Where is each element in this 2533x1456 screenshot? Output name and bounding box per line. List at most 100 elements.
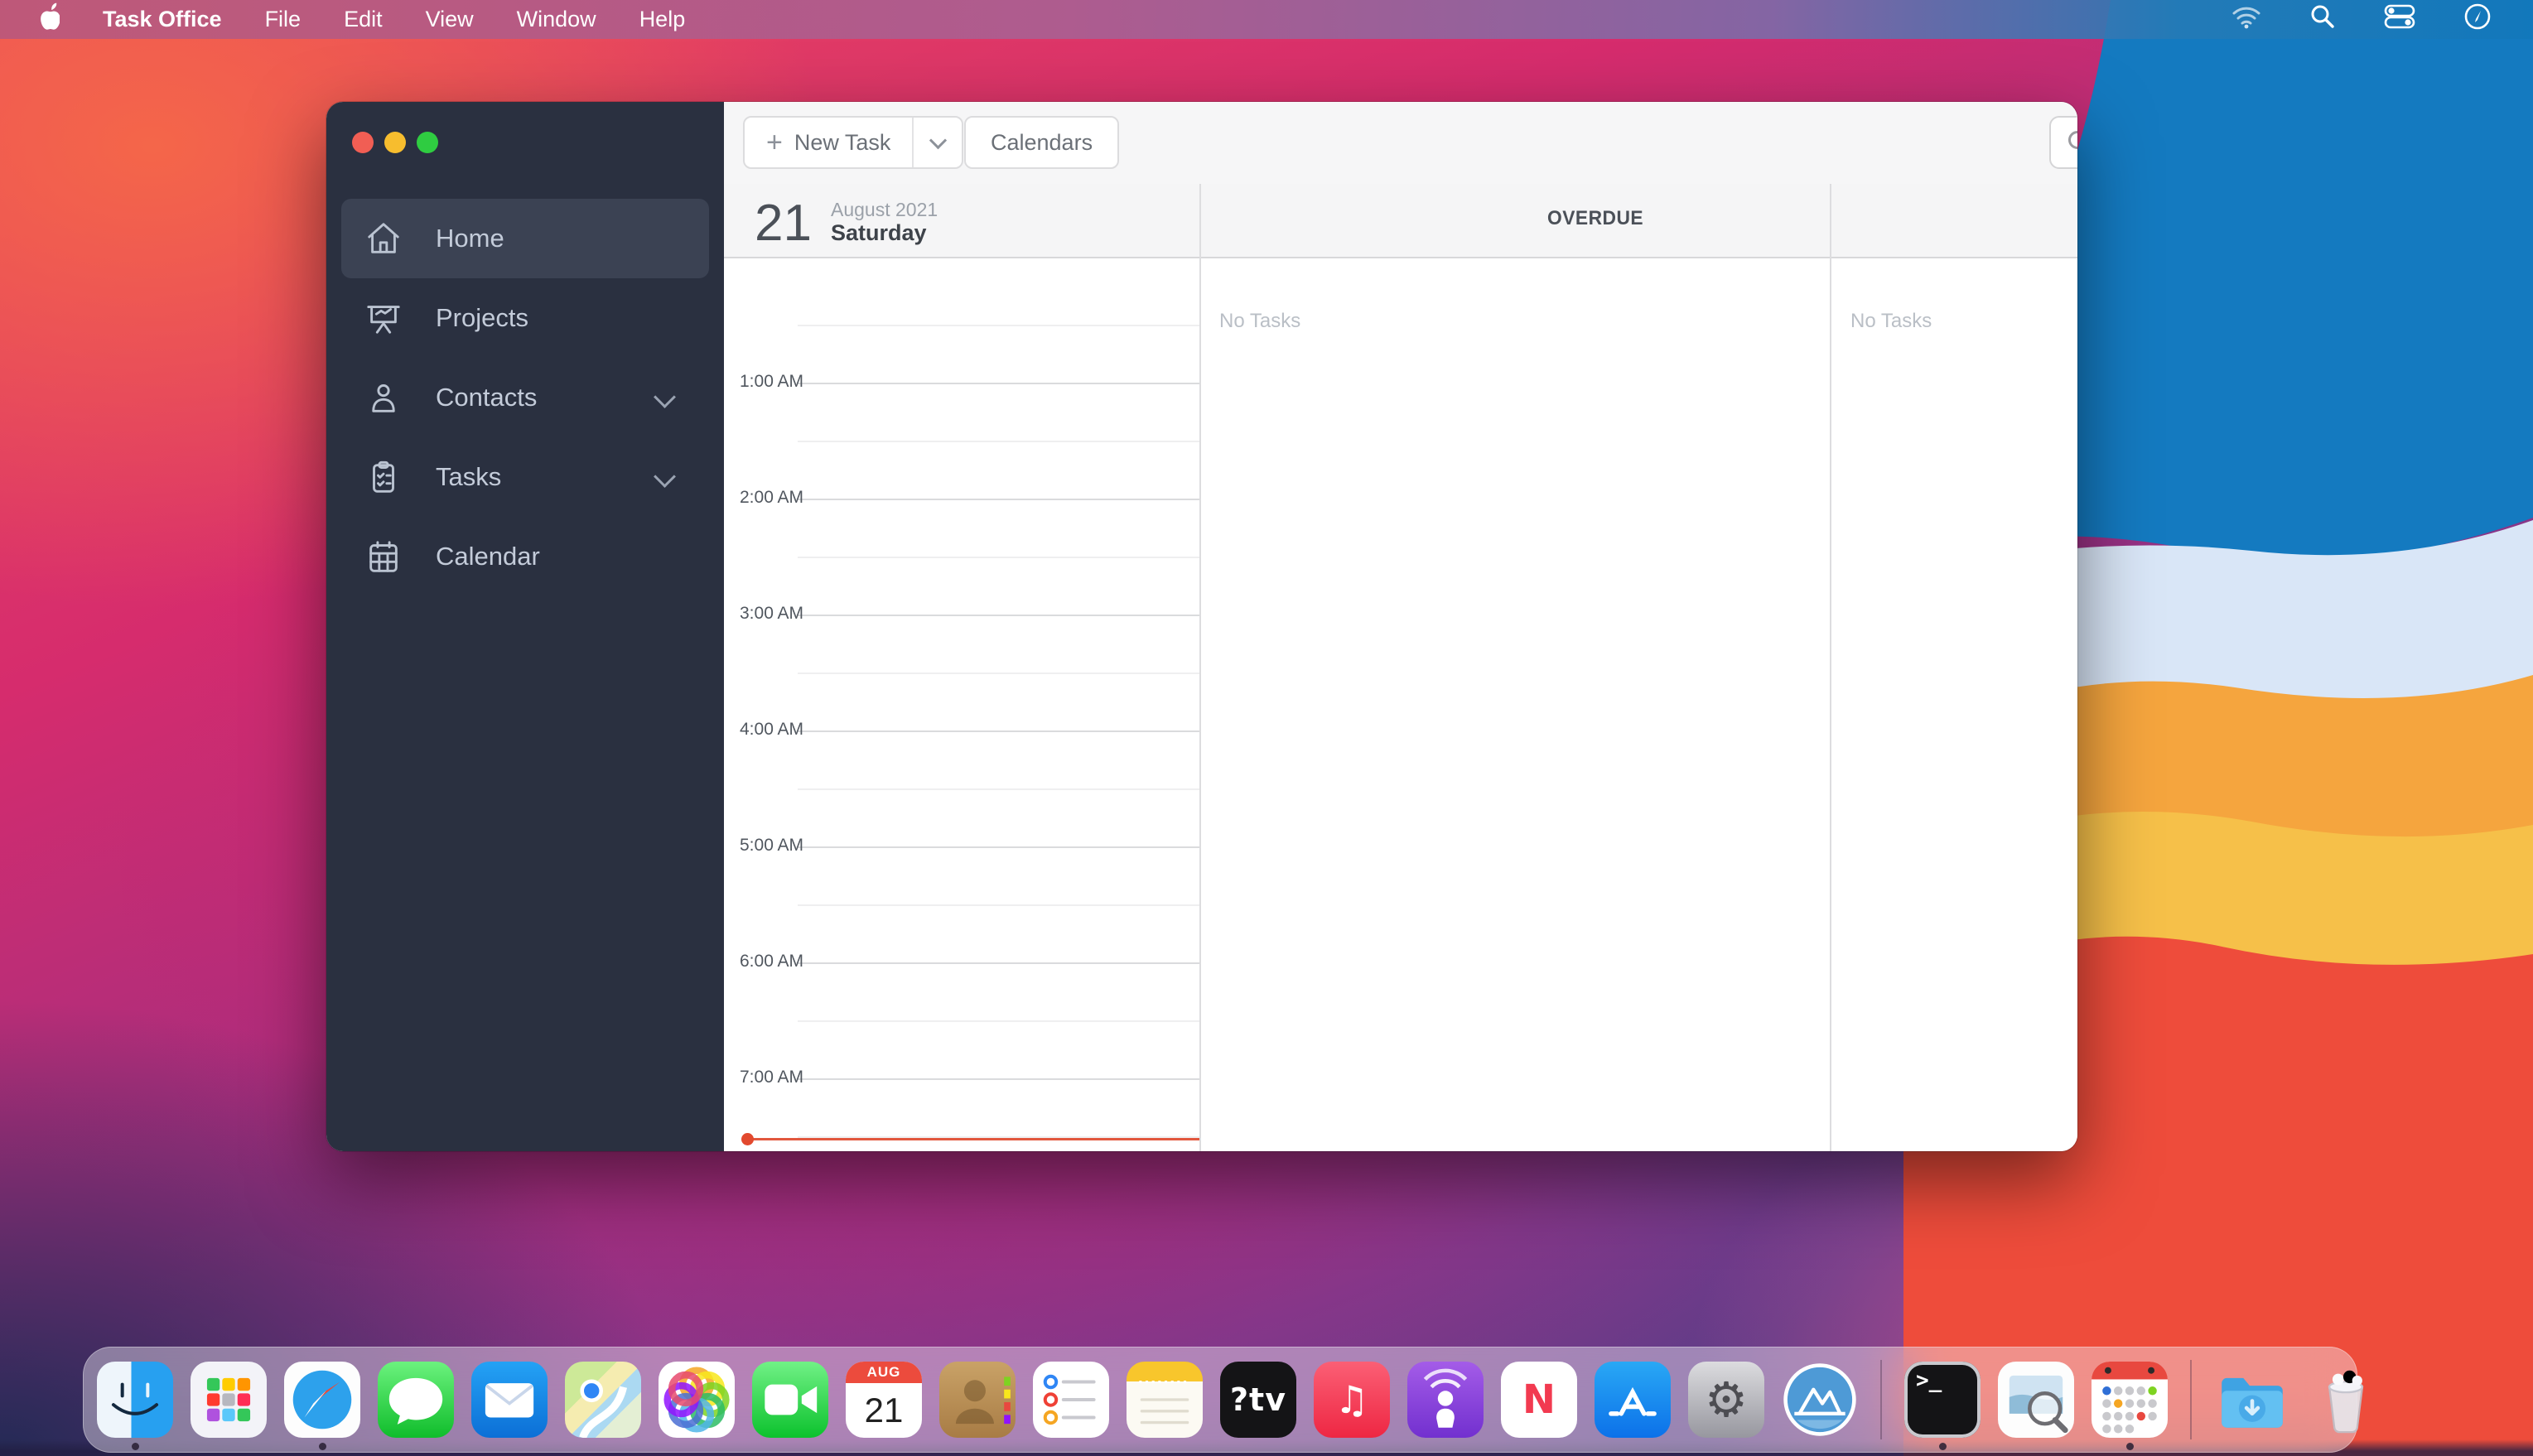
dock-divider <box>2190 1360 2192 1439</box>
day-number: 21 <box>755 194 812 253</box>
dock-icon-notes[interactable] <box>1127 1362 1203 1438</box>
column-divider <box>1830 184 1831 1151</box>
dock: AUG21 ?tv♫ N ⚙ >_ <box>83 1347 2357 1453</box>
running-indicator <box>2126 1443 2134 1450</box>
dock-icon-mail[interactable] <box>471 1362 548 1438</box>
spotlight-icon[interactable] <box>2309 3 2336 36</box>
dock-icon-appstore[interactable] <box>1595 1362 1671 1438</box>
calendars-button[interactable]: Calendars <box>964 116 1119 169</box>
time-label: 4:00 AM <box>740 720 864 740</box>
sidebar-item-label: Tasks <box>436 462 501 492</box>
menu-item-window[interactable]: Window <box>517 7 596 32</box>
month-year-label: August 2021 <box>831 199 938 221</box>
running-indicator <box>132 1443 139 1450</box>
dock-icon-reminders[interactable] <box>1033 1362 1109 1438</box>
task-office-window: Home Projects Contacts Tasks Calendar + New … <box>326 102 2077 1151</box>
sidebar-item-home[interactable]: Home <box>341 199 709 278</box>
chevron-down-icon <box>654 465 676 488</box>
dock-icon-news[interactable]: N <box>1501 1362 1577 1438</box>
projects-icon <box>364 299 403 337</box>
siri-icon[interactable] <box>2463 2 2492 36</box>
overdue-empty-text: No Tasks <box>1219 310 1300 333</box>
current-time-line <box>743 1138 1199 1140</box>
dock-icon-finder[interactable] <box>97 1362 173 1438</box>
time-label: 7:00 AM <box>740 1068 864 1087</box>
toolbar: + New Task Calendars <box>724 102 2077 185</box>
dock-icon-trash[interactable] <box>2308 1362 2384 1438</box>
chevron-down-icon <box>654 386 676 408</box>
half-hour-gridline <box>798 325 1199 326</box>
calendar-icon <box>364 538 403 576</box>
half-hour-gridline <box>798 1020 1199 1022</box>
calendars-label: Calendars <box>991 130 1093 156</box>
new-task-label: New Task <box>794 130 891 156</box>
apple-menu-icon[interactable] <box>35 2 60 36</box>
dock-icon-taskoffice[interactable] <box>1782 1362 1858 1438</box>
running-indicator <box>1939 1443 1947 1450</box>
dock-icon-podcasts[interactable] <box>1407 1362 1484 1438</box>
search-field <box>2049 116 2077 169</box>
tasks-icon <box>364 458 403 496</box>
dock-icon-preview[interactable] <box>1998 1362 2074 1438</box>
search-icon <box>2066 128 2077 157</box>
time-label: 2:00 AM <box>740 488 864 508</box>
weekday-label: Saturday <box>831 220 927 246</box>
wifi-icon[interactable] <box>2231 4 2261 35</box>
dock-icon-messages[interactable] <box>378 1362 454 1438</box>
chevron-down-icon <box>929 132 947 149</box>
menu-item-file[interactable]: File <box>265 7 302 32</box>
running-indicator <box>319 1443 326 1450</box>
new-task-button[interactable]: + New Task <box>743 116 963 169</box>
contacts-icon <box>364 378 403 417</box>
menu-item-view[interactable]: View <box>426 7 474 32</box>
dock-icon-settings[interactable]: ⚙ <box>1688 1362 1764 1438</box>
control-center-icon[interactable] <box>2384 4 2415 35</box>
dock-icon-terminal[interactable]: >_ <box>1904 1362 1981 1438</box>
menu-app-name[interactable]: Task Office <box>103 7 222 32</box>
menu-bar: Task Office File Edit View Window Help <box>0 0 2533 39</box>
calendar-header-row: 21 August 2021 Saturday OVERDUE WEEK <box>724 184 2077 258</box>
dock-icon-calendar[interactable]: AUG21 <box>846 1362 922 1438</box>
sidebar: Home Projects Contacts Tasks Calendar <box>326 102 724 1151</box>
time-label: 5:00 AM <box>740 836 864 856</box>
new-task-dropdown[interactable] <box>914 118 962 167</box>
zoom-button[interactable] <box>417 132 438 153</box>
half-hour-gridline <box>798 441 1199 442</box>
home-icon <box>364 219 403 258</box>
sidebar-item-label: Calendar <box>436 542 540 571</box>
calendar-day: 21 <box>865 1383 904 1438</box>
sidebar-item-projects[interactable]: Projects <box>341 278 709 358</box>
close-button[interactable] <box>352 132 374 153</box>
week-empty-text: No Tasks <box>1850 310 1932 333</box>
menu-item-edit[interactable]: Edit <box>344 7 383 32</box>
dock-icon-downloads[interactable] <box>2214 1362 2290 1438</box>
column-divider <box>1199 184 1201 1151</box>
dock-icon-facetime[interactable] <box>752 1362 828 1438</box>
current-time-dot <box>741 1133 754 1145</box>
overdue-column-title: OVERDUE <box>1547 207 1643 230</box>
half-hour-gridline <box>798 788 1199 790</box>
dock-icon-maps[interactable] <box>565 1362 641 1438</box>
dock-icon-photos[interactable] <box>659 1362 735 1438</box>
time-label: 1:00 AM <box>740 372 864 392</box>
sidebar-item-contacts[interactable]: Contacts <box>341 358 709 437</box>
time-label: 3:00 AM <box>740 604 864 624</box>
dock-icon-contacts[interactable] <box>939 1362 1016 1438</box>
dock-icon-music[interactable]: ♫ <box>1314 1362 1390 1438</box>
half-hour-gridline <box>798 673 1199 674</box>
dock-icon-calendar2[interactable] <box>2092 1362 2168 1438</box>
sidebar-item-tasks[interactable]: Tasks <box>341 437 709 517</box>
menu-item-help[interactable]: Help <box>639 7 686 32</box>
desktop: Task Office File Edit View Window Help Home P… <box>0 0 2533 1456</box>
half-hour-gridline <box>798 904 1199 906</box>
dock-icon-safari[interactable] <box>284 1362 360 1438</box>
menu-status-area <box>2231 2 2533 36</box>
sidebar-item-label: Projects <box>436 303 528 333</box>
dock-icon-tv[interactable]: ?tv <box>1220 1362 1296 1438</box>
minimize-button[interactable] <box>384 132 406 153</box>
sidebar-item-calendar[interactable]: Calendar <box>341 517 709 596</box>
sidebar-item-label: Contacts <box>436 383 537 412</box>
dock-divider <box>1880 1360 1882 1439</box>
calendar-month: AUG <box>846 1362 922 1383</box>
dock-icon-launchpad[interactable] <box>191 1362 267 1438</box>
